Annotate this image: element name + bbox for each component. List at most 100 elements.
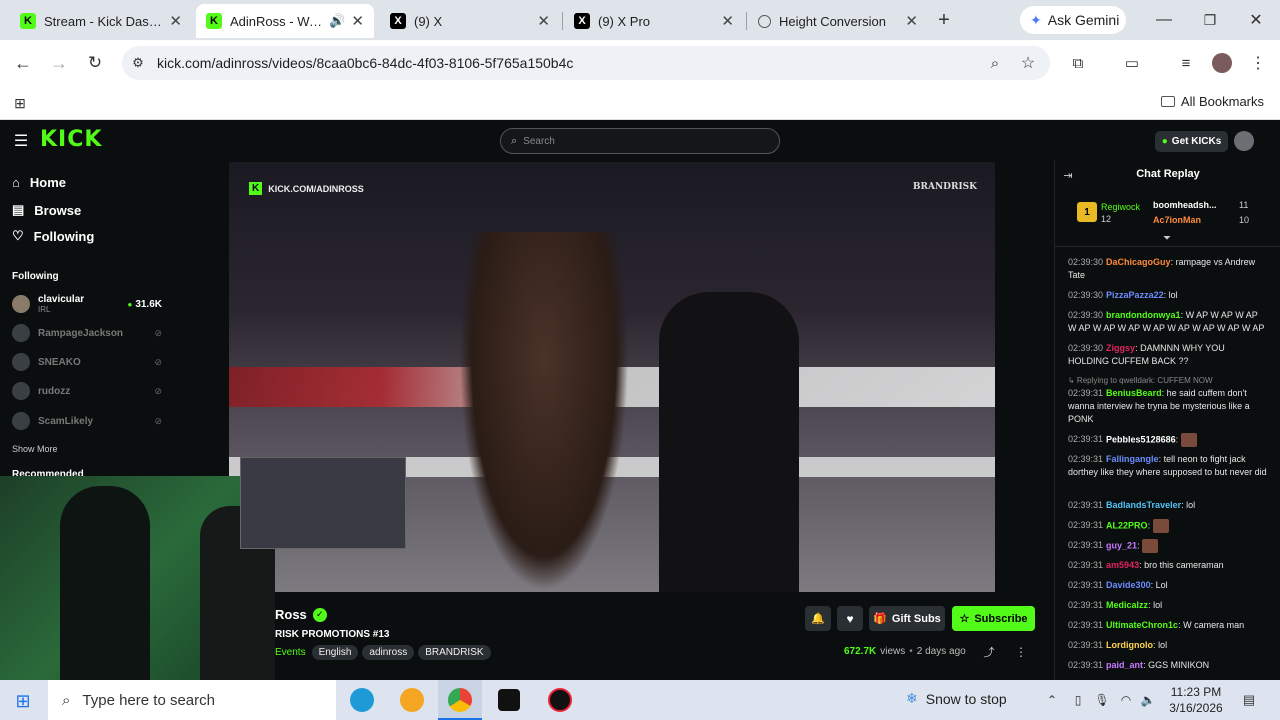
message-username[interactable]: BeniusBeard: [1106, 388, 1162, 398]
extensions-icon[interactable]: ⧉: [1068, 53, 1088, 73]
restore-icon[interactable]: ❐: [1198, 10, 1222, 30]
windows-start-icon[interactable]: ⊞: [12, 690, 34, 712]
capcut-icon[interactable]: [498, 689, 520, 711]
clock[interactable]: 11:23 PM 3/16/2026: [1164, 684, 1228, 716]
apps-grid-icon[interactable]: ⊞: [10, 93, 30, 113]
notifications-icon[interactable]: ▤: [1240, 692, 1258, 708]
tab-adinross[interactable]: K AdinRoss - Watch 🔊 ✕: [196, 4, 374, 38]
following-item-scamlikely[interactable]: ScamLikely ⊘: [12, 408, 162, 434]
volume-icon[interactable]: 🔈: [1140, 692, 1156, 708]
close-window-icon[interactable]: ✕: [1244, 10, 1268, 30]
show-more-link[interactable]: Show More: [12, 444, 58, 454]
message-username[interactable]: Medicalzz: [1106, 600, 1148, 610]
recording-app-icon[interactable]: [548, 688, 572, 712]
following-item-rudozz[interactable]: rudozz ⊘: [12, 378, 162, 404]
cast-icon[interactable]: ▭: [1122, 53, 1142, 73]
tab-x-pro[interactable]: X (9) X Pro ✕: [564, 4, 744, 38]
boxer-figure: [459, 232, 629, 592]
url-text[interactable]: kick.com/adinross/videos/8caa0bc6-84dc-4…: [157, 55, 573, 71]
close-icon[interactable]: ✕: [905, 12, 918, 30]
microphone-icon[interactable]: 🎙: [1094, 692, 1110, 708]
tag-pill[interactable]: English: [311, 645, 359, 660]
gift-subs-button[interactable]: 🎁 Gift Subs: [869, 606, 945, 631]
hamburger-menu-icon[interactable]: ☰: [12, 132, 30, 150]
wifi-icon[interactable]: ◠: [1118, 692, 1134, 708]
top-gifter-name[interactable]: Regiwock: [1101, 202, 1140, 212]
weather-widget[interactable]: ❄ Snow to stop: [906, 690, 1007, 707]
bookmark-star-icon[interactable]: ☆: [1018, 53, 1038, 73]
message-time: 02:39:31: [1068, 600, 1104, 610]
message-username[interactable]: PizzaPazza22: [1106, 290, 1164, 300]
following-item-clavicular[interactable]: clavicular IRL ● 31.6K: [12, 291, 162, 317]
message-username[interactable]: Fallingangle: [1106, 454, 1159, 464]
message-username[interactable]: Pebbles5128686: [1106, 434, 1176, 444]
all-bookmarks-button[interactable]: All Bookmarks: [1160, 94, 1264, 109]
taskbar-search-input[interactable]: ⌕ Type here to search: [48, 680, 336, 720]
minimize-icon[interactable]: —: [1152, 10, 1176, 30]
message-username[interactable]: AL22PRO: [1106, 520, 1148, 530]
share-icon[interactable]: ⤴: [982, 645, 996, 659]
close-icon[interactable]: ✕: [169, 12, 182, 30]
profile-avatar[interactable]: [1212, 53, 1232, 73]
nav-browse[interactable]: ▤ Browse: [12, 202, 81, 218]
more-options-icon[interactable]: ⋮: [1014, 645, 1028, 659]
message-username[interactable]: Ziggsy: [1106, 343, 1135, 353]
tab-stream-kick[interactable]: K Stream - Kick Dashbo ✕: [10, 4, 192, 38]
app-icon[interactable]: [400, 688, 424, 712]
message-username[interactable]: guy_21: [1106, 540, 1137, 550]
back-icon[interactable]: ←: [12, 52, 34, 74]
gifter-name[interactable]: boomheadsh...: [1153, 200, 1217, 210]
close-icon[interactable]: ✕: [721, 12, 734, 30]
kick-icon: K: [249, 182, 263, 195]
message-username[interactable]: paid_ant: [1106, 660, 1143, 670]
message-username[interactable]: UltimateChron1c: [1106, 620, 1178, 630]
avatar: [12, 353, 30, 371]
notification-bell-button[interactable]: 🔔: [805, 606, 831, 631]
nav-following[interactable]: ♡ Following: [12, 228, 94, 244]
device-icon[interactable]: ▯: [1070, 692, 1086, 708]
channel-name[interactable]: Ross: [275, 607, 307, 622]
following-item-sneako[interactable]: SNEAKO ⊘: [12, 349, 162, 375]
avatar: [12, 324, 30, 342]
edge-icon[interactable]: [350, 688, 374, 712]
category-link[interactable]: Events: [275, 647, 306, 658]
following-item-rampagejackson[interactable]: RampageJackson ⊘: [12, 320, 162, 346]
gifter-name[interactable]: Ac7ionMan: [1153, 215, 1201, 225]
kick-logo[interactable]: KICK: [40, 127, 102, 152]
emote-icon: [1142, 539, 1159, 553]
close-icon[interactable]: ✕: [537, 12, 550, 30]
chrome-taskbar-button[interactable]: [438, 680, 482, 720]
reload-icon[interactable]: ↻: [84, 52, 106, 74]
tag-pill[interactable]: BRANDRISK: [418, 645, 491, 660]
chevron-up-icon[interactable]: ⌃: [1044, 692, 1060, 708]
expand-gifters-icon[interactable]: ⏷: [1159, 232, 1175, 244]
forward-icon[interactable]: →: [48, 52, 70, 74]
media-control-icon[interactable]: ≡: [1176, 53, 1196, 73]
site-info-icon[interactable]: ⚙: [128, 53, 148, 73]
chat-message: 02:39:30 PizzaPazza22: lol: [1068, 290, 1178, 300]
message-username[interactable]: Davide300: [1106, 580, 1151, 590]
user-avatar[interactable]: [1234, 131, 1254, 151]
message-text: bro this cameraman: [1144, 560, 1224, 570]
message-username[interactable]: brandondonwya1: [1106, 310, 1181, 320]
message-username[interactable]: DaChicagoGuy: [1106, 257, 1171, 267]
bookmarks-bar: ⊞ All Bookmarks: [0, 86, 1280, 120]
new-tab-icon[interactable]: +: [932, 8, 956, 32]
search-placeholder: Search: [523, 135, 555, 147]
tab-height-conversion[interactable]: Height Conversion ✕: [748, 4, 928, 38]
search-input[interactable]: ⌕ Search: [500, 128, 780, 154]
get-kicks-button[interactable]: ● Get KICKs: [1155, 131, 1228, 152]
tab-x[interactable]: X (9) X ✕: [380, 4, 560, 38]
zoom-icon[interactable]: ⌕: [985, 53, 1005, 73]
nav-home[interactable]: ⌂ Home: [12, 175, 66, 190]
subscribe-button[interactable]: ☆ Subscribe: [952, 606, 1035, 631]
tag-pill[interactable]: adinross: [362, 645, 415, 660]
follow-button[interactable]: ♥: [837, 606, 863, 631]
message-username[interactable]: BadlandsTraveler: [1106, 500, 1181, 510]
ask-gemini-button[interactable]: ✦ Ask Gemini: [1020, 6, 1126, 34]
menu-kebab-icon[interactable]: ⋮: [1248, 53, 1268, 73]
speaker-icon[interactable]: 🔊: [329, 13, 345, 29]
message-username[interactable]: Lordignolo: [1106, 640, 1153, 650]
close-icon[interactable]: ✕: [351, 12, 364, 30]
message-username[interactable]: am5943: [1106, 560, 1139, 570]
